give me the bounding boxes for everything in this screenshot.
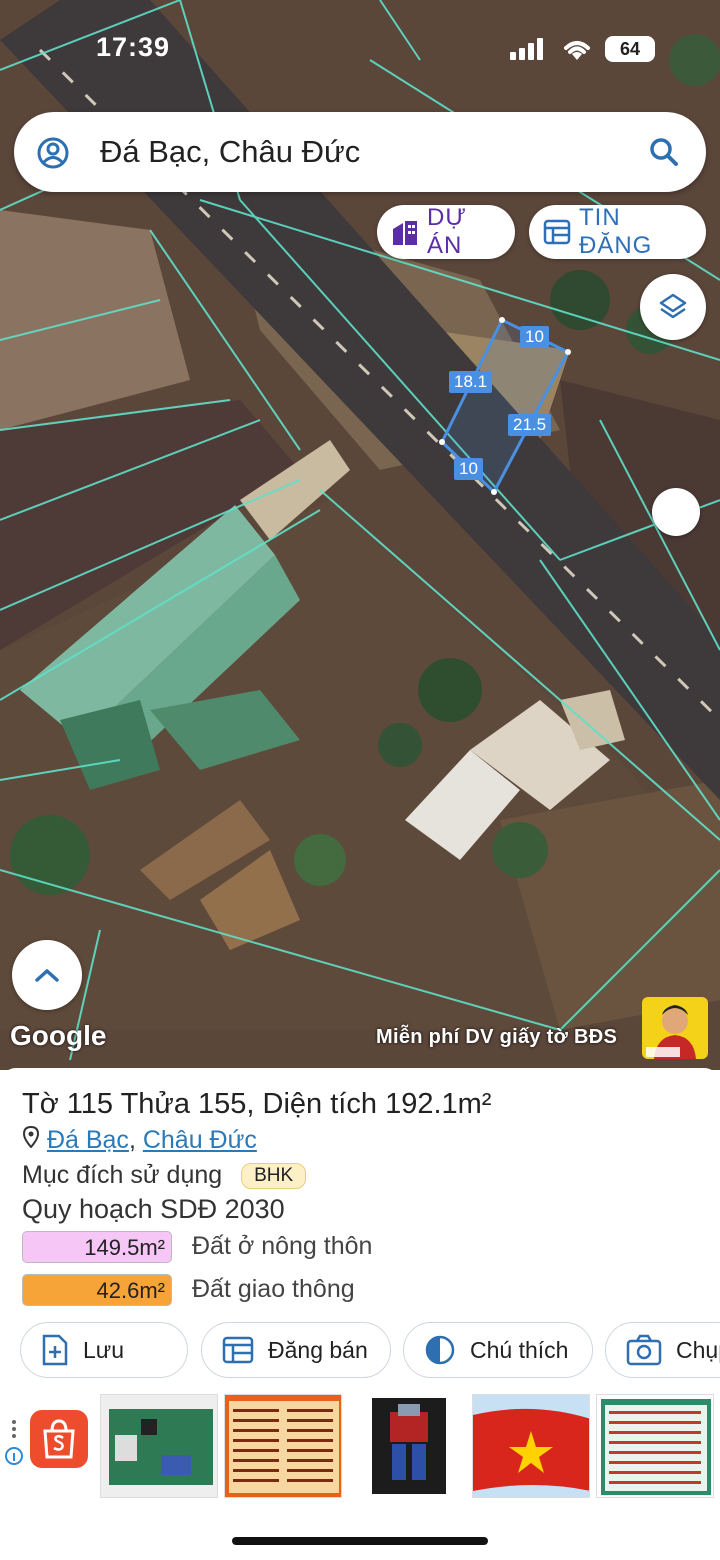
title-comma: , bbox=[246, 1088, 255, 1120]
home-indicator[interactable] bbox=[232, 1537, 488, 1545]
ad-product-thumbnail[interactable] bbox=[472, 1394, 590, 1498]
promo-text[interactable]: Miễn phí DV giấy tờ BĐS bbox=[376, 1026, 617, 1049]
projects-label: DỰ ÁN bbox=[427, 204, 467, 259]
location-separator: , bbox=[128, 1126, 143, 1154]
search-icon[interactable] bbox=[648, 136, 680, 168]
parcel-location: Đá Bạc, Châu Đức bbox=[22, 1125, 257, 1155]
parcel-title: Tờ 115 Thửa 155, Diện tích 192.1m² bbox=[22, 1088, 491, 1121]
expand-button[interactable] bbox=[12, 940, 82, 1010]
listing-icon bbox=[222, 1336, 254, 1364]
cellular-signal-icon bbox=[510, 38, 543, 60]
parcel-dimension-bottom: 10 bbox=[454, 458, 483, 480]
district-link[interactable]: Châu Đức bbox=[143, 1126, 257, 1154]
ad-banner[interactable] bbox=[0, 1390, 720, 1502]
battery-indicator: 64 bbox=[605, 36, 655, 62]
account-icon[interactable] bbox=[36, 136, 70, 170]
plan-title: Quy hoạch SDĐ 2030 bbox=[22, 1194, 285, 1224]
parcel-dimension-right: 21.5 bbox=[508, 414, 552, 436]
parcel-number: 155 bbox=[198, 1088, 247, 1120]
legend-label: Chú thích bbox=[470, 1336, 569, 1363]
save-label: Lưu bbox=[83, 1336, 124, 1363]
parcel-dimension-left: 18.1 bbox=[449, 371, 493, 393]
parcel-info-sheet: Tờ 115 Thửa 155, Diện tích 192.1m² Đá Bạ… bbox=[0, 1068, 720, 1398]
listing-icon bbox=[543, 219, 571, 245]
ad-product-thumbnail[interactable] bbox=[100, 1394, 218, 1498]
action-bar: Lưu Đăng bán Chú thích Chụp bbox=[0, 1322, 720, 1378]
ad-product-thumbnail[interactable] bbox=[348, 1394, 466, 1498]
ad-product-thumbnail[interactable] bbox=[224, 1394, 342, 1498]
area-value: 192.1m² bbox=[385, 1088, 492, 1120]
zone-label: Đất giao thông bbox=[192, 1275, 355, 1303]
sheet-number: 115 bbox=[66, 1088, 114, 1120]
save-button[interactable]: Lưu bbox=[20, 1322, 188, 1378]
post-label: Đăng bán bbox=[268, 1336, 368, 1363]
building-icon bbox=[391, 219, 419, 245]
map-control-button[interactable] bbox=[652, 488, 700, 536]
promo-avatar[interactable] bbox=[642, 997, 708, 1059]
purpose-label: Mục đích sử dụng bbox=[22, 1161, 223, 1189]
add-file-icon bbox=[41, 1334, 69, 1366]
map-layers-button[interactable] bbox=[640, 274, 706, 340]
layers-icon bbox=[659, 293, 687, 319]
search-bar[interactable]: Đá Bạc, Châu Đức bbox=[14, 112, 706, 192]
capture-label: Chụp bbox=[676, 1336, 720, 1363]
camera-icon bbox=[626, 1334, 662, 1366]
chevron-up-icon bbox=[35, 969, 59, 982]
legend-button[interactable]: Chú thích bbox=[403, 1322, 593, 1378]
listings-label: TIN ĐĂNG bbox=[579, 204, 653, 259]
wifi-icon bbox=[564, 41, 590, 60]
shopee-logo-icon[interactable] bbox=[30, 1410, 88, 1468]
area-label: Diện tích bbox=[262, 1088, 377, 1120]
land-use-purpose: Mục đích sử dụng BHK bbox=[22, 1161, 307, 1190]
clock: 17:39 bbox=[96, 32, 171, 62]
zone-area-swatch: 42.6m² bbox=[22, 1274, 172, 1306]
map-view[interactable]: 10 18.1 21.5 10 17:39 64 Đá Bạc, Châu Đứ… bbox=[0, 0, 720, 1070]
sheet-label: Tờ bbox=[22, 1088, 59, 1120]
ad-product-thumbnail[interactable] bbox=[596, 1394, 714, 1498]
post-for-sale-button[interactable]: Đăng bán bbox=[201, 1322, 391, 1378]
status-bar: 17:39 64 bbox=[0, 30, 720, 70]
parcel-dimension-top: 10 bbox=[520, 326, 549, 348]
zone-area-swatch: 149.5m² bbox=[22, 1231, 172, 1263]
commune-link[interactable]: Đá Bạc bbox=[47, 1126, 129, 1154]
google-attribution: Google bbox=[10, 1020, 107, 1051]
parcel-label: Thửa bbox=[120, 1088, 190, 1120]
location-pin-icon bbox=[22, 1125, 40, 1149]
half-circle-icon bbox=[424, 1334, 456, 1366]
purpose-code-badge[interactable]: BHK bbox=[241, 1163, 307, 1190]
capture-button[interactable]: Chụp bbox=[605, 1322, 720, 1378]
listings-button[interactable]: TIN ĐĂNG bbox=[529, 204, 706, 259]
search-input[interactable]: Đá Bạc, Châu Đức bbox=[100, 134, 360, 170]
zone-label: Đất ở nông thôn bbox=[192, 1232, 373, 1260]
ad-info-icon[interactable] bbox=[4, 1420, 24, 1468]
projects-button[interactable]: DỰ ÁN bbox=[377, 204, 515, 259]
